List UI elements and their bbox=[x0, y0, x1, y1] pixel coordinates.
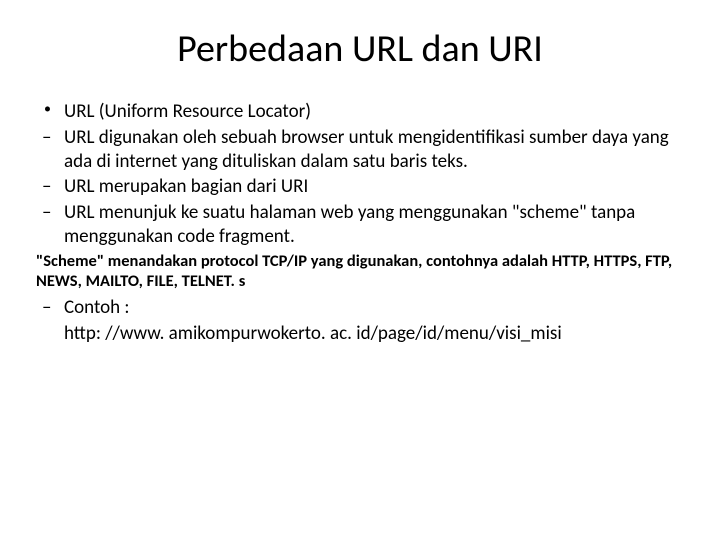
bullet-url-part-of-uri: URL merupakan bagian dari URI bbox=[36, 175, 684, 199]
bullet-url-usage: URL digunakan oleh sebuah browser untuk … bbox=[36, 126, 684, 174]
bullet-example-label: Contoh : bbox=[36, 296, 684, 320]
slide-title: Perbedaan URL dan URI bbox=[36, 26, 684, 72]
scheme-note: "Scheme" menandakan protocol TCP/IP yang… bbox=[36, 251, 684, 292]
bullet-url-heading: URL (Uniform Resource Locator) bbox=[36, 100, 684, 124]
slide-body: URL (Uniform Resource Locator) URL digun… bbox=[36, 100, 684, 345]
example-url: http: //www. amikompurwokerto. ac. id/pa… bbox=[64, 322, 684, 346]
slide: Perbedaan URL dan URI URL (Uniform Resou… bbox=[0, 0, 720, 540]
bullet-url-scheme: URL menunjuk ke suatu halaman web yang m… bbox=[36, 201, 684, 249]
